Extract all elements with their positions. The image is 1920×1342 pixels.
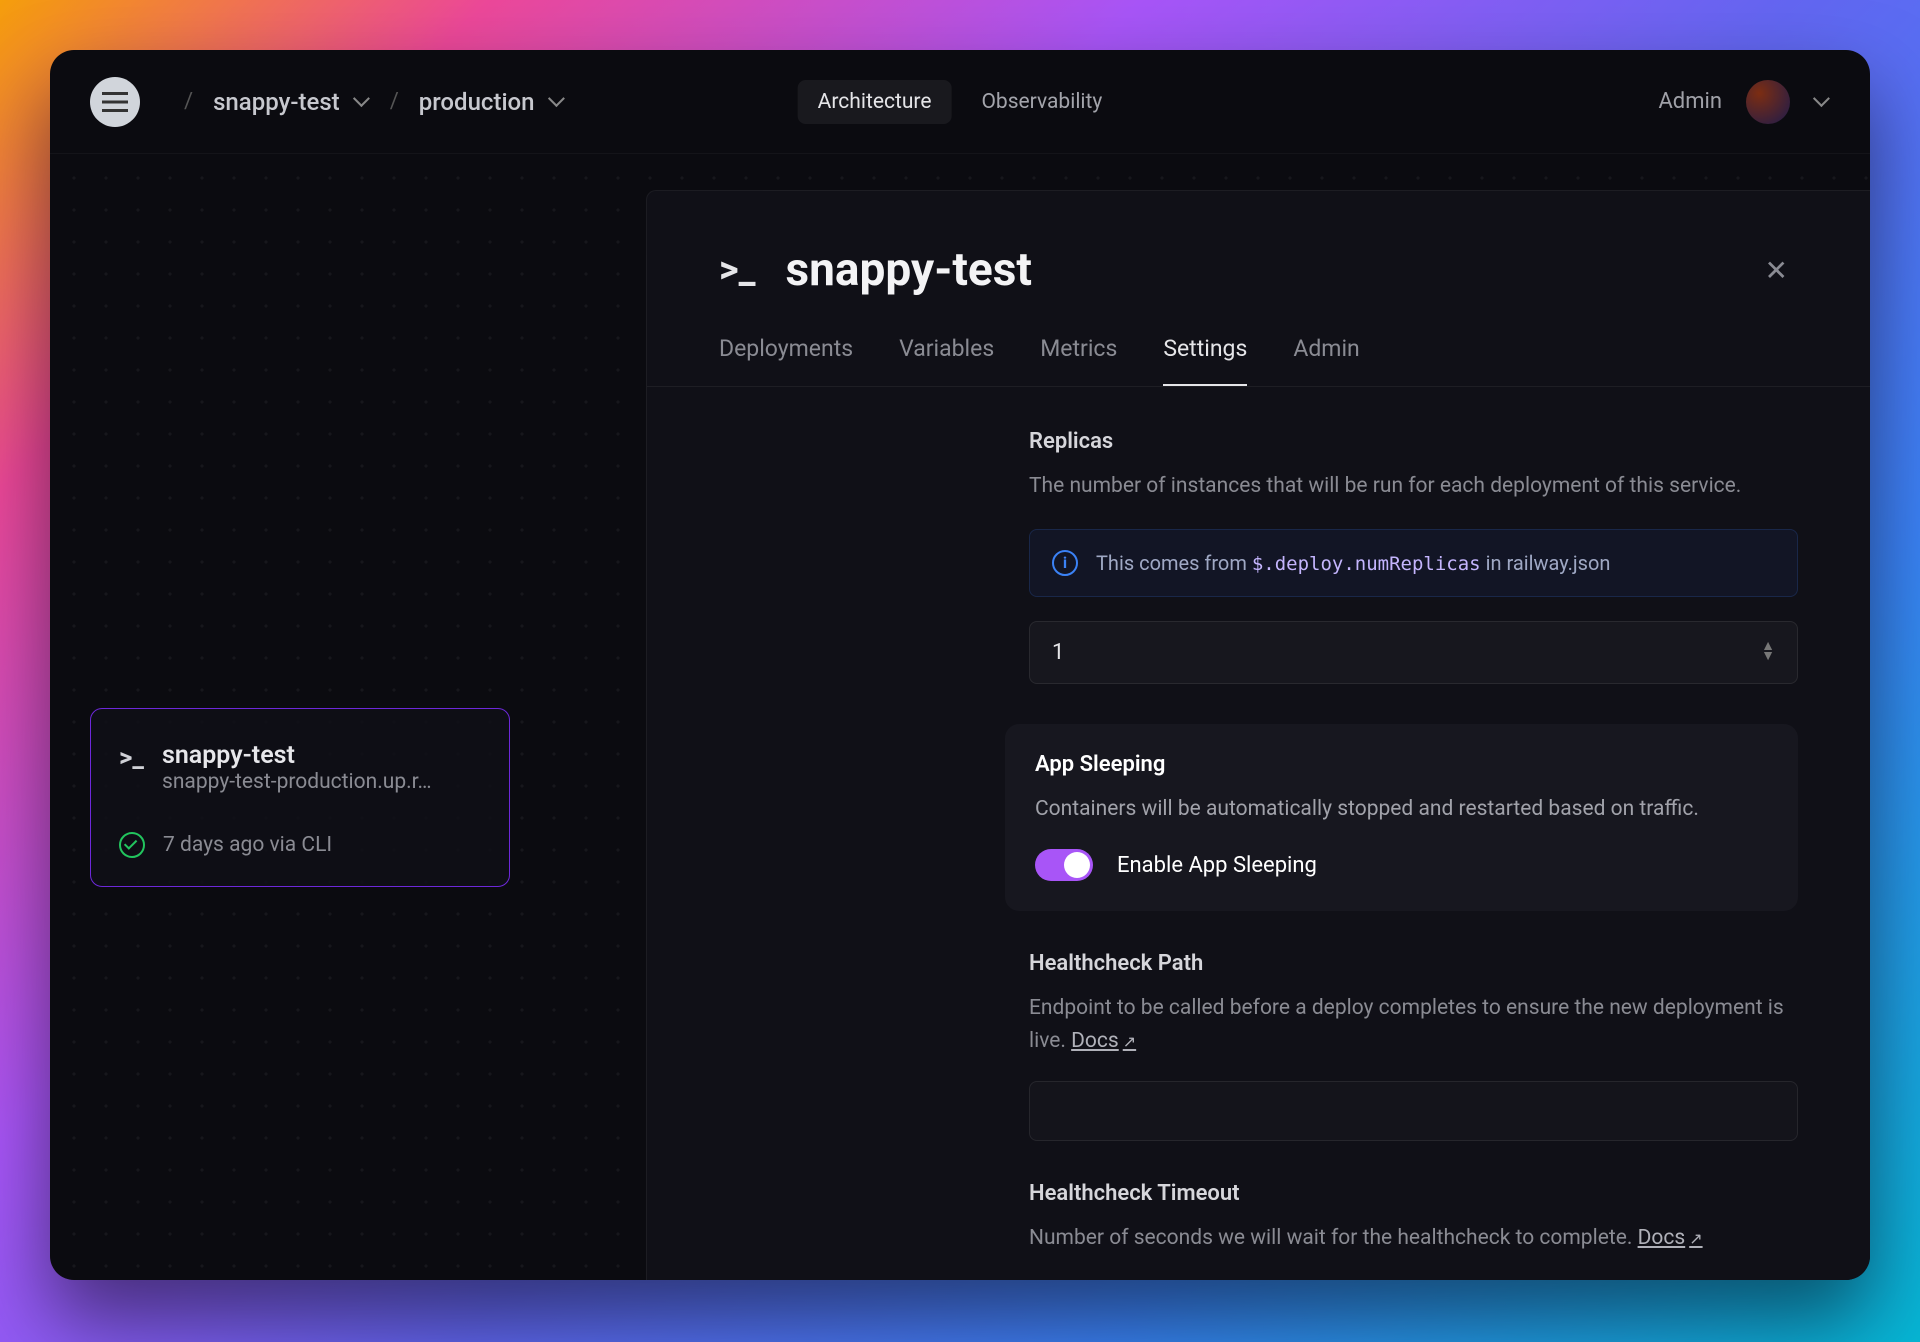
breadcrumb-project-label: snappy-test xyxy=(213,88,340,116)
replicas-input[interactable]: 1 ▲▼ xyxy=(1029,621,1798,684)
healthcheck-timeout-docs-link[interactable]: Docs↗ xyxy=(1638,1226,1703,1250)
app-sleeping-toggle-label: Enable App Sleeping xyxy=(1117,853,1317,878)
tab-deployments[interactable]: Deployments xyxy=(719,335,853,386)
breadcrumb-environment-label: production xyxy=(419,88,535,116)
healthcheck-timeout-title: Healthcheck Timeout xyxy=(1029,1181,1798,1206)
section-healthcheck-path: Healthcheck Path Endpoint to be called b… xyxy=(719,951,1798,1141)
replicas-value: 1 xyxy=(1052,640,1064,665)
external-link-icon: ↗ xyxy=(1689,1229,1702,1248)
service-card-header: >_ snappy-test snappy-test-production.up… xyxy=(119,741,481,794)
breadcrumb-separator: / xyxy=(390,89,399,114)
header: / snappy-test / production Architecture … xyxy=(50,50,1870,154)
terminal-icon: >_ xyxy=(719,248,756,292)
replicas-title: Replicas xyxy=(1029,429,1798,454)
nav-architecture[interactable]: Architecture xyxy=(798,80,952,124)
section-healthcheck-timeout: Healthcheck Timeout Number of seconds we… xyxy=(719,1181,1798,1255)
nav-observability[interactable]: Observability xyxy=(961,80,1122,124)
app-window: / snappy-test / production Architecture … xyxy=(50,50,1870,1280)
info-pre: This comes from xyxy=(1096,551,1252,575)
healthcheck-path-desc-text: Endpoint to be called before a deploy co… xyxy=(1029,996,1784,1053)
panel-content: Replicas The number of instances that wi… xyxy=(647,387,1870,1280)
check-circle-icon xyxy=(119,832,145,858)
main-area: >_ snappy-test snappy-test-production.up… xyxy=(50,154,1870,1280)
panel-tabs: Deployments Variables Metrics Settings A… xyxy=(647,297,1870,387)
close-icon[interactable]: ✕ xyxy=(1765,254,1798,287)
service-status: 7 days ago via CLI xyxy=(163,833,332,857)
breadcrumb-environment[interactable]: production xyxy=(419,88,565,116)
info-post: in railway.json xyxy=(1481,551,1611,575)
docs-label: Docs xyxy=(1638,1226,1686,1250)
admin-link[interactable]: Admin xyxy=(1658,89,1722,114)
header-nav: Architecture Observability xyxy=(798,80,1123,124)
info-code: $.deploy.numReplicas xyxy=(1252,553,1481,575)
service-card[interactable]: >_ snappy-test snappy-test-production.up… xyxy=(90,708,510,887)
avatar[interactable] xyxy=(1746,80,1790,124)
tab-variables[interactable]: Variables xyxy=(899,335,994,386)
replicas-info-box: i This comes from $.deploy.numReplicas i… xyxy=(1029,529,1798,597)
breadcrumb-separator: / xyxy=(184,89,193,114)
tab-admin[interactable]: Admin xyxy=(1293,335,1359,386)
tab-metrics[interactable]: Metrics xyxy=(1040,335,1117,386)
service-url: snappy-test-production.up.r… xyxy=(162,770,432,794)
docs-label: Docs xyxy=(1071,1029,1119,1053)
replicas-desc: The number of instances that will be run… xyxy=(1029,470,1798,503)
healthcheck-path-docs-link[interactable]: Docs↗ xyxy=(1071,1029,1136,1053)
canvas-sidebar: >_ snappy-test snappy-test-production.up… xyxy=(50,154,646,1280)
service-name: snappy-test xyxy=(162,741,432,770)
app-sleeping-title: App Sleeping xyxy=(1035,752,1768,777)
panel-title: snappy-test xyxy=(786,243,1032,297)
info-icon: i xyxy=(1052,550,1078,576)
terminal-icon: >_ xyxy=(119,743,144,773)
header-right: Admin xyxy=(1658,80,1830,124)
healthcheck-path-input[interactable] xyxy=(1029,1081,1798,1141)
stepper-icon[interactable]: ▲▼ xyxy=(1761,642,1775,662)
section-app-sleeping: App Sleeping Containers will be automati… xyxy=(1005,724,1798,912)
chevron-down-icon xyxy=(354,94,370,110)
tab-settings[interactable]: Settings xyxy=(1163,335,1247,386)
app-sleeping-desc: Containers will be automatically stopped… xyxy=(1035,793,1768,826)
section-replicas: Replicas The number of instances that wi… xyxy=(719,429,1798,684)
healthcheck-timeout-desc-text: Number of seconds we will wait for the h… xyxy=(1029,1226,1638,1250)
app-sleeping-toggle-row: Enable App Sleeping xyxy=(1035,849,1768,881)
replicas-info-text: This comes from $.deploy.numReplicas in … xyxy=(1096,551,1610,575)
healthcheck-path-desc: Endpoint to be called before a deploy co… xyxy=(1029,992,1798,1057)
panel-header: >_ snappy-test ✕ xyxy=(647,191,1870,297)
service-card-footer: 7 days ago via CLI xyxy=(119,832,481,858)
settings-panel: >_ snappy-test ✕ Deployments Variables M… xyxy=(646,190,1870,1280)
breadcrumb-project[interactable]: snappy-test xyxy=(213,88,370,116)
healthcheck-path-title: Healthcheck Path xyxy=(1029,951,1798,976)
app-sleeping-toggle[interactable] xyxy=(1035,849,1093,881)
healthcheck-timeout-desc: Number of seconds we will wait for the h… xyxy=(1029,1222,1798,1255)
chevron-down-icon[interactable] xyxy=(1814,94,1830,110)
logo-icon[interactable] xyxy=(90,77,140,127)
external-link-icon: ↗ xyxy=(1123,1032,1136,1051)
chevron-down-icon xyxy=(549,94,565,110)
